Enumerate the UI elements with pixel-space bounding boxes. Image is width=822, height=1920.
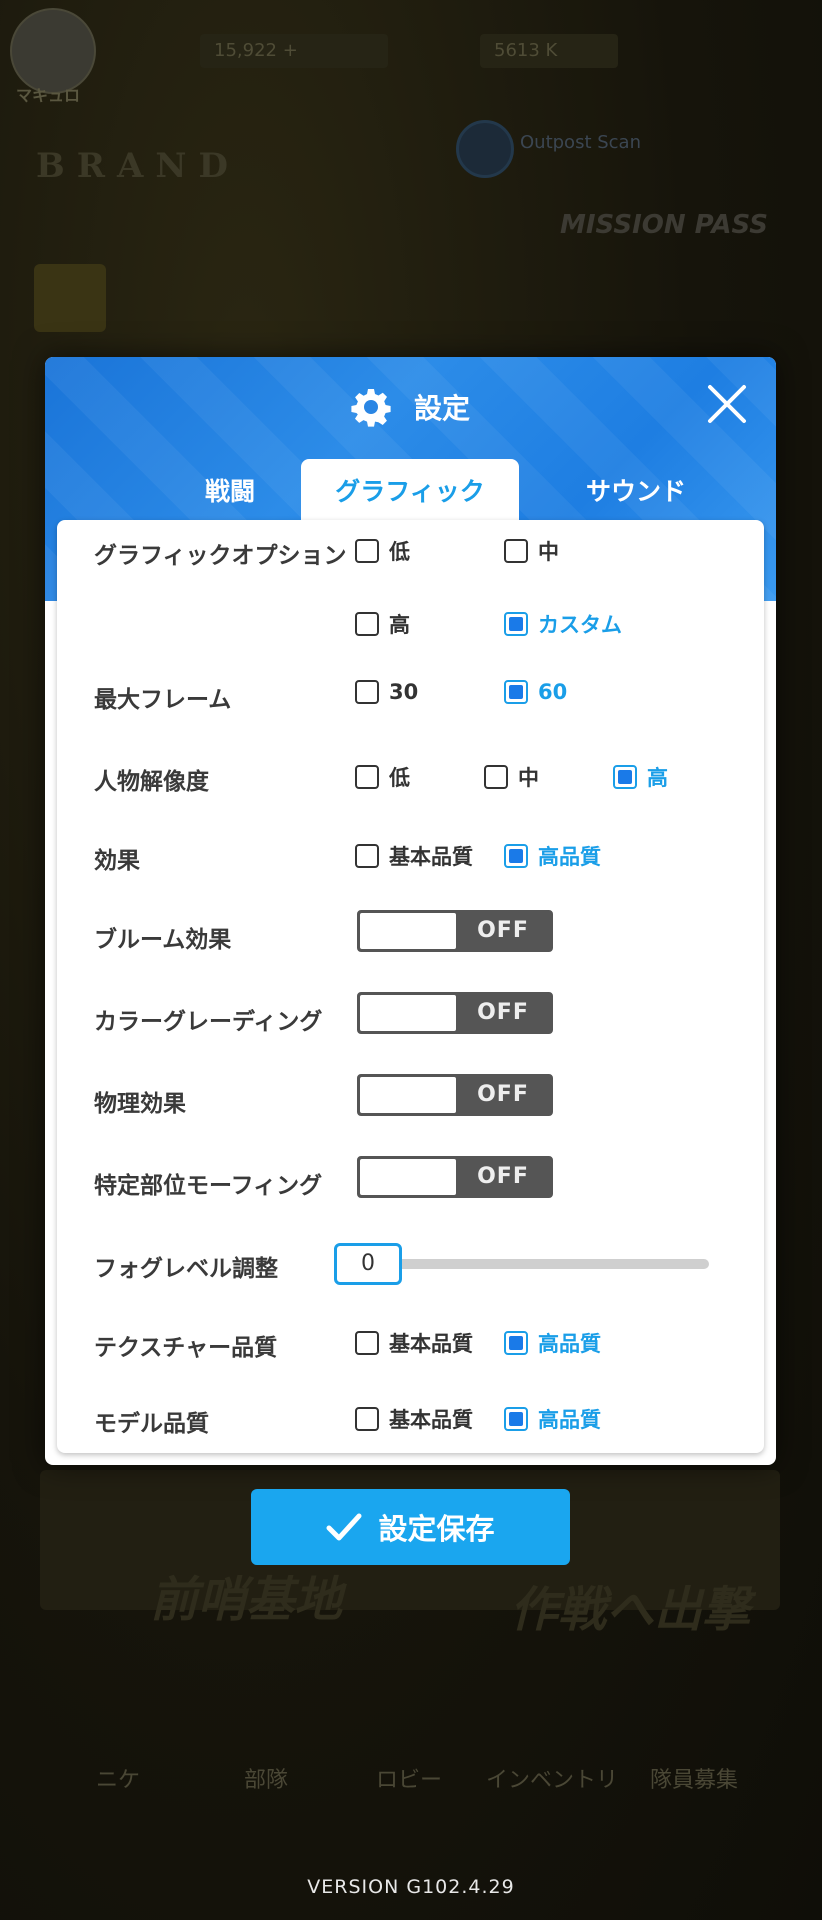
setting-label: 最大フレーム [94,687,232,713]
radio-texture-high[interactable]: 高品質 [504,1328,601,1358]
setting-label: グラフィックオプション [94,543,347,569]
tab-graphics[interactable]: グラフィック [301,459,519,525]
checkbox-icon [355,539,379,563]
option-label: 30 [389,680,419,704]
fog-level-slider-handle[interactable]: 0 [334,1243,402,1285]
radio-effects-high[interactable]: 高品質 [504,841,601,871]
brand-logo: BRAND [36,146,240,186]
radio-frame-60[interactable]: 60 [504,680,567,704]
checkbox-icon [355,612,379,636]
setting-label: 物理効果 [94,1091,186,1117]
option-label: 高品質 [538,1332,601,1356]
option-label: 基本品質 [389,1332,473,1356]
checkbox-icon [355,680,379,704]
setting-label: モデル品質 [94,1411,209,1437]
toggle-state: OFF [477,918,529,943]
option-label: 中 [538,540,559,564]
version-text: VERSION G102.4.29 [307,1876,515,1898]
radio-graphic-medium[interactable]: 中 [504,536,559,566]
option-label: 高品質 [538,845,601,869]
option-label: カスタム [538,613,622,637]
option-label: 低 [389,540,410,564]
radio-frame-30[interactable]: 30 [355,680,418,704]
modal-title-bar: 設定 [45,387,776,427]
mission-pass-banner: MISSION PASS [560,210,768,240]
option-label: 高 [389,613,410,637]
save-button-label: 設定保存 [378,1512,495,1546]
toggle-knob [360,913,456,949]
resource-counter: 15,922 + [200,34,388,68]
option-label: 基本品質 [389,1408,473,1432]
close-icon[interactable] [704,381,750,427]
radio-graphic-low[interactable]: 低 [355,536,410,566]
alert-text: Outpost Scan [520,132,641,153]
checkbox-checked-icon [504,1407,528,1431]
option-label: 中 [518,766,539,790]
nav-item-recruit: 隊員募集 [650,1768,739,1793]
radio-texture-basic[interactable]: 基本品質 [355,1328,473,1358]
checkbox-icon [355,844,379,868]
setting-label: ブルーム効果 [94,927,232,953]
setting-label: カラーグレーディング [94,1009,323,1035]
setting-label: 特定部位モーフィング [94,1173,323,1199]
radio-graphic-high[interactable]: 高 [355,609,410,639]
checkbox-checked-icon [504,612,528,636]
toggle-knob [360,1077,456,1113]
checkbox-icon [355,765,379,789]
radio-graphic-custom[interactable]: カスタム [504,609,622,639]
tab-sound[interactable]: サウンド [521,459,751,525]
color-grading-toggle[interactable]: OFF [357,992,553,1034]
event-icon [34,264,106,332]
radio-resolution-low[interactable]: 低 [355,762,410,792]
checkbox-checked-icon [613,765,637,789]
nav-item-inventory: インベントリ [486,1768,619,1793]
option-label: 基本品質 [389,845,473,869]
fog-level-slider[interactable] [387,1259,709,1269]
checkbox-icon [355,1331,379,1355]
checkbox-checked-icon [504,680,528,704]
checkbox-checked-icon [504,1331,528,1355]
nav-item-nikke: ニケ [96,1768,141,1793]
option-label: 高 [647,766,668,790]
morphing-toggle[interactable]: OFF [357,1156,553,1198]
nav-item-lobby: ロビー [376,1768,443,1793]
checkbox-checked-icon [504,844,528,868]
alert-icon [456,120,514,178]
radio-resolution-medium[interactable]: 中 [484,762,539,792]
physics-toggle[interactable]: OFF [357,1074,553,1116]
toggle-state: OFF [477,1082,529,1107]
option-label: 低 [389,766,410,790]
sortie-banner: 作戦へ出撃 [510,1582,751,1638]
outpost-banner: 前哨基地 [150,1572,343,1628]
setting-label: 効果 [94,848,140,874]
checkbox-icon [355,1407,379,1431]
graphics-settings-panel: グラフィックオプション 低 中 高 カスタム 最大フレーム 30 60 人物解像… [57,520,764,1453]
player-name: マキュロ [16,86,81,105]
setting-label: フォグレベル調整 [94,1256,278,1282]
radio-resolution-high[interactable]: 高 [613,762,668,792]
toggle-state: OFF [477,1000,529,1025]
nav-item-squad: 部隊 [244,1768,289,1793]
setting-label: テクスチャー品質 [94,1335,278,1361]
settings-modal: 設定 戦闘 グラフィック サウンド グラフィックオプション 低 中 高 カスタム… [45,357,776,1465]
option-label: 60 [538,680,568,704]
resource-counter: 5613 K [480,34,618,68]
radio-model-basic[interactable]: 基本品質 [355,1404,473,1434]
save-settings-button[interactable]: 設定保存 [251,1489,570,1565]
radio-effects-basic[interactable]: 基本品質 [355,841,473,871]
radio-model-high[interactable]: 高品質 [504,1404,601,1434]
toggle-knob [360,995,456,1031]
bloom-toggle[interactable]: OFF [357,910,553,952]
option-label: 高品質 [538,1408,601,1432]
modal-title: 設定 [414,392,471,425]
gear-icon [351,389,391,427]
toggle-state: OFF [477,1164,529,1189]
checkbox-icon [484,765,508,789]
toggle-knob [360,1159,456,1195]
check-icon [326,1513,362,1541]
checkbox-icon [504,539,528,563]
setting-label: 人物解像度 [94,769,209,795]
